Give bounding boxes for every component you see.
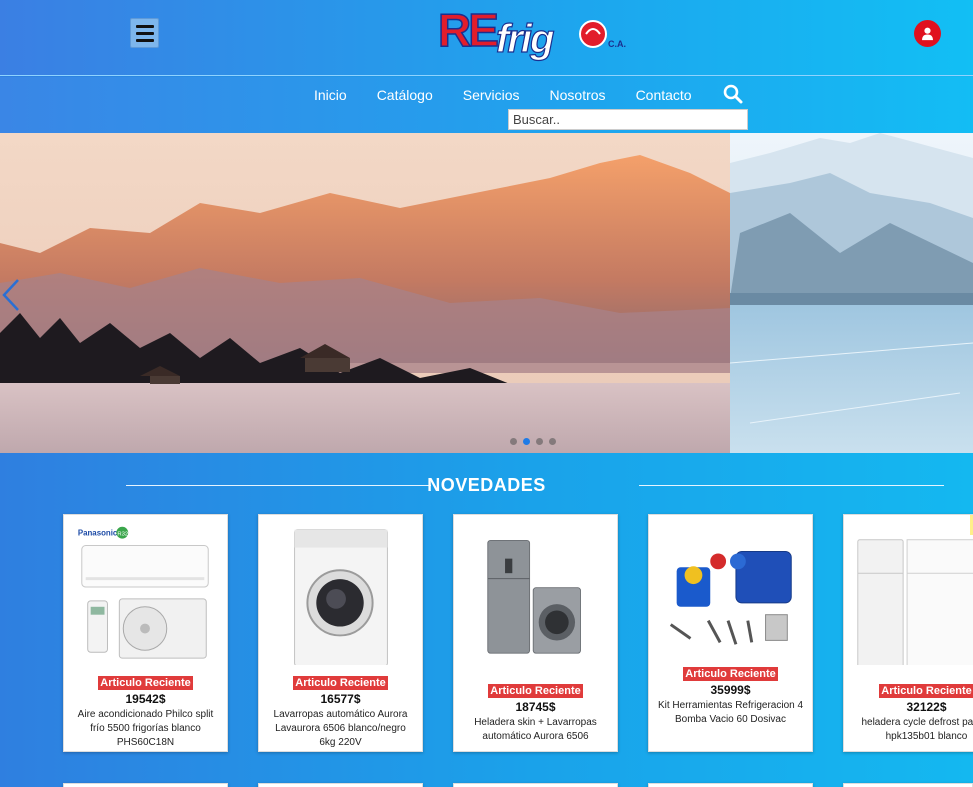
product-info: Articulo Reciente 32122$ heladera cycle …: [844, 681, 973, 744]
user-icon: [922, 27, 933, 41]
recent-badge: Articulo Reciente: [293, 676, 388, 690]
top-header: RE frig C.A.: [0, 0, 973, 76]
product-info: Articulo Reciente 35999$ Kit Herramienta…: [649, 664, 812, 727]
product-card[interactable]: Panasonic R32 Articulo Reciente 19542$ A…: [63, 514, 228, 752]
product-price: 35999$: [710, 683, 751, 697]
carousel-dot-active[interactable]: [523, 438, 530, 445]
search-input[interactable]: [508, 109, 748, 130]
product-card[interactable]: Articulo Reciente 35999$ Kit Herramienta…: [648, 514, 813, 752]
product-description: Aire acondicionado Philco split frío 550…: [77, 709, 214, 748]
product-price: 19542$: [125, 692, 166, 706]
carousel-dot[interactable]: [510, 438, 517, 445]
user-account-button[interactable]: [914, 20, 941, 47]
product-info: Articulo Reciente 18745$ Heladera skin +…: [454, 681, 617, 744]
nav-link-servicios[interactable]: Servicios: [463, 87, 520, 103]
product-card[interactable]: Articulo Reciente 16577$ Lavarropas auto…: [258, 514, 423, 752]
nav-link-contacto[interactable]: Contacto: [636, 87, 692, 103]
nav-links: Inicio Catálogo Servicios Nosotros Conta…: [314, 87, 722, 103]
product-image-refrigerator: [857, 539, 973, 665]
product-info: Articulo Reciente 16577$ Lavarropas auto…: [259, 673, 422, 750]
product-card[interactable]: [63, 783, 228, 787]
carousel-indicators: [510, 438, 556, 445]
product-description: Heladera skin + Lavarropas automático Au…: [474, 717, 597, 742]
product-card[interactable]: [258, 783, 423, 787]
svg-text:RE: RE: [438, 4, 497, 56]
menu-toggle-button[interactable]: [130, 18, 159, 48]
carousel-dot[interactable]: [549, 438, 556, 445]
hero-carousel: [0, 133, 973, 453]
product-price: 18745$: [515, 700, 556, 714]
svg-text:R32: R32: [117, 532, 128, 538]
hamburger-line: [135, 24, 154, 28]
slide-mountain-sunset-image: [0, 133, 730, 453]
carousel-dot[interactable]: [536, 438, 543, 445]
product-image-air-conditioner: Panasonic R32: [78, 526, 209, 659]
product-info: Articulo Reciente 19542$ Aire acondicion…: [64, 673, 227, 750]
nav-link-catalogo[interactable]: Catálogo: [377, 87, 433, 103]
section-divider-right: [639, 485, 944, 486]
recent-badge: Articulo Reciente: [98, 676, 193, 690]
product-card[interactable]: [843, 783, 973, 787]
product-image-refrigeration-tool-kit: [669, 550, 792, 645]
product-description: heladera cycle defrost patrick hpk135b01…: [861, 717, 973, 742]
nav-link-inicio[interactable]: Inicio: [314, 87, 347, 103]
product-price: 16577$: [320, 692, 361, 706]
product-card[interactable]: [648, 783, 813, 787]
refrigo-logo[interactable]: RE frig C.A.: [436, 0, 636, 66]
product-image-washing-machine: [294, 529, 388, 665]
recent-badge: Articulo Reciente: [879, 684, 973, 698]
main-navigation: Inicio Catálogo Servicios Nosotros Conta…: [0, 77, 973, 133]
product-price: 32122$: [906, 700, 947, 714]
product-card[interactable]: Articulo Reciente 32122$ heladera cycle …: [843, 514, 973, 752]
svg-text:Panasonic: Panasonic: [78, 529, 118, 538]
product-description: Kit Herramientas Refrigeracion 4 Bomba V…: [657, 700, 804, 725]
product-card[interactable]: [453, 783, 618, 787]
svg-text:C.A.: C.A.: [608, 39, 626, 49]
recent-badge: Articulo Reciente: [683, 667, 778, 681]
hamburger-line: [135, 38, 154, 42]
product-description: Lavarropas automático Aurora Lavaurora 6…: [273, 709, 408, 748]
svg-text:frig: frig: [496, 17, 554, 61]
recent-badge: Articulo Reciente: [488, 684, 583, 698]
nav-link-nosotros[interactable]: Nosotros: [550, 87, 606, 103]
product-card[interactable]: Articulo Reciente 18745$ Heladera skin +…: [453, 514, 618, 752]
product-image-fridge-and-washer: [487, 540, 581, 654]
slide-frozen-lake-image: [730, 133, 973, 453]
carousel-prev-arrow-icon[interactable]: [0, 278, 22, 312]
search-icon[interactable]: [723, 84, 743, 104]
hamburger-line: [135, 31, 154, 35]
